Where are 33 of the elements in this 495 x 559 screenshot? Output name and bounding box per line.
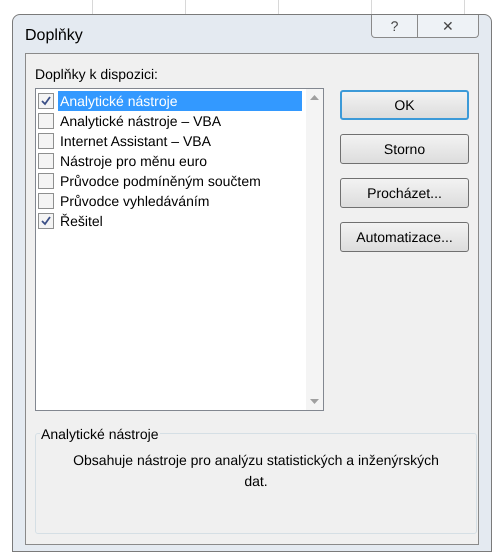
scroll-down-icon[interactable] [310, 399, 319, 404]
window-title: Doplňky [25, 26, 83, 46]
item-label: Nástroje pro měnu euro [59, 152, 208, 171]
checkbox[interactable] [38, 113, 54, 129]
addin-item[interactable]: Průvodce podmíněným součtem [38, 171, 306, 191]
help-button[interactable]: ? [372, 15, 418, 37]
dialog-button[interactable]: Storno [340, 134, 469, 164]
scroll-up-icon[interactable] [310, 95, 319, 100]
checkbox[interactable] [38, 133, 54, 149]
checkbox[interactable] [38, 213, 54, 229]
dialog-button[interactable]: OK [340, 90, 469, 120]
checkmark-icon [41, 96, 51, 106]
addin-item[interactable]: Internet Assistant – VBA [38, 131, 306, 151]
list-label: Doplňky k dispozici: [35, 65, 159, 84]
addin-item[interactable]: Analytické nástroje – VBA [38, 111, 306, 131]
checkmark-icon [41, 216, 51, 226]
addin-item[interactable]: Řešitel [38, 211, 306, 231]
checkbox[interactable] [38, 93, 54, 109]
dialog-button[interactable]: Automatizace... [340, 222, 469, 252]
close-button[interactable]: ✕ [418, 15, 478, 37]
checkbox[interactable] [38, 153, 54, 169]
item-label: Internet Assistant – VBA [59, 132, 211, 151]
addin-item[interactable]: Nástroje pro měnu euro [38, 151, 306, 171]
dialog-button[interactable]: Procházet... [340, 178, 469, 208]
item-label: Průvodce podmíněným součtem [59, 172, 261, 191]
addin-item[interactable]: Průvodce vyhledáváním [38, 191, 306, 211]
scrollbar[interactable] [306, 89, 323, 410]
item-label: Řešitel [59, 212, 103, 231]
checkbox[interactable] [38, 193, 54, 209]
item-label: Analytické nástroje – VBA [59, 112, 222, 131]
item-label: Průvodce vyhledáváním [59, 192, 210, 211]
checkbox[interactable] [38, 173, 54, 189]
description-text: Obsahuje nástroje pro analýzu statistických a inženýrských dat. [72, 451, 440, 491]
